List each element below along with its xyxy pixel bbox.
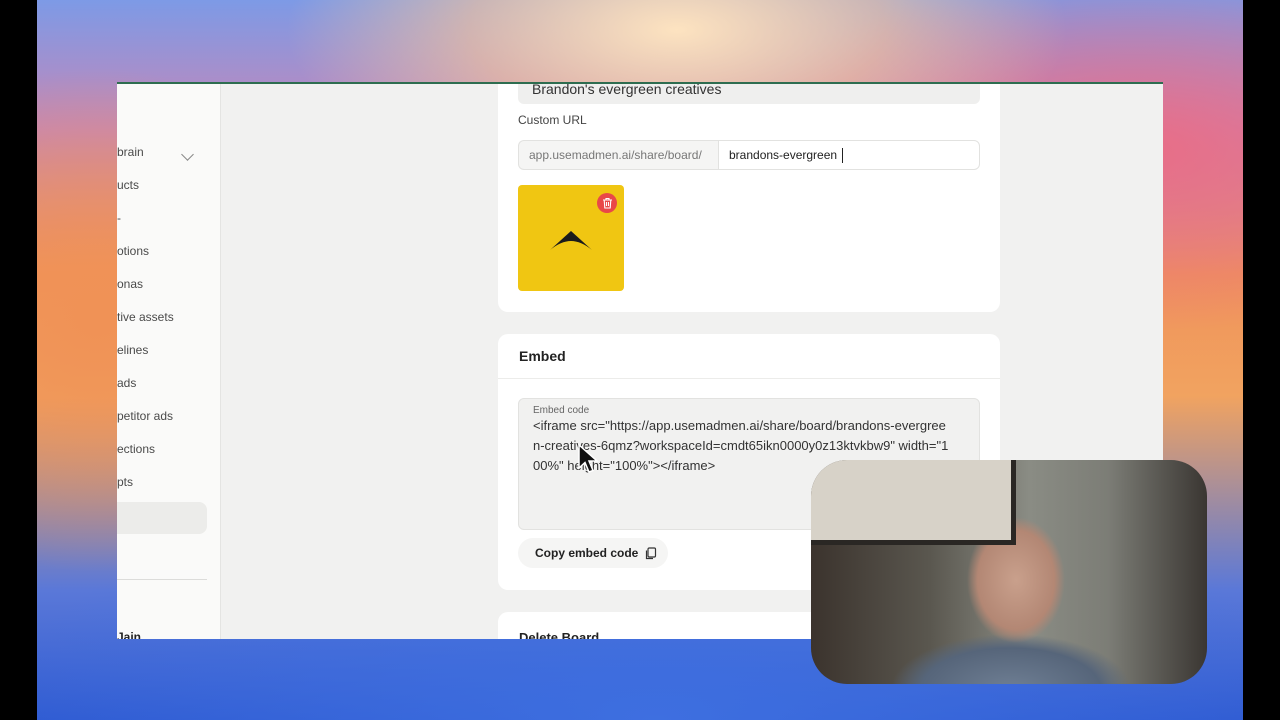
- user-name[interactable]: Jain: [117, 630, 141, 639]
- sidebar: brain ucts - otions onas tive assets eli…: [117, 84, 221, 639]
- sidebar-item-active[interactable]: [117, 502, 207, 534]
- sidebar-item-collections[interactable]: ections: [117, 442, 155, 456]
- embed-code-label: Embed code: [533, 405, 590, 416]
- delete-board-title: Delete Board: [519, 630, 600, 639]
- sidebar-item-prompts[interactable]: pts: [117, 475, 133, 489]
- wall-painting: [811, 460, 1016, 545]
- sidebar-item-ads[interactable]: ads: [117, 376, 136, 390]
- copy-embed-code-button[interactable]: Copy embed code: [518, 538, 668, 568]
- sidebar-item-2[interactable]: -: [117, 211, 121, 225]
- embed-title: Embed: [519, 348, 566, 364]
- sidebar-item-guidelines[interactable]: elines: [117, 343, 148, 357]
- sidebar-item-creative-assets[interactable]: tive assets: [117, 310, 174, 324]
- trash-icon: [602, 197, 612, 209]
- board-logo[interactable]: [518, 185, 624, 291]
- board-settings-card: Brandon's evergreen creatives Custom URL…: [498, 84, 1000, 312]
- embed-card-header: Embed: [498, 334, 1000, 379]
- webcam-overlay: [811, 460, 1207, 684]
- sidebar-item-products[interactable]: ucts: [117, 178, 139, 192]
- custom-url-label: Custom URL: [518, 113, 587, 127]
- sidebar-divider: [117, 579, 207, 580]
- sidebar-item-personas[interactable]: onas: [117, 277, 143, 291]
- custom-url-input[interactable]: [718, 140, 980, 170]
- delete-logo-button[interactable]: [597, 193, 617, 213]
- copy-icon: [646, 546, 657, 559]
- text-caret: [842, 148, 843, 163]
- mouse-cursor-icon: [578, 444, 599, 473]
- url-prefix: app.usemadmen.ai/share/board/: [518, 140, 718, 170]
- chevron-down-icon[interactable]: [181, 148, 194, 161]
- sidebar-item-brain[interactable]: brain: [117, 145, 144, 159]
- copy-embed-code-label: Copy embed code: [535, 546, 639, 560]
- sidebar-item-competitor-ads[interactable]: petitor ads: [117, 409, 173, 423]
- board-name-field[interactable]: Brandon's evergreen creatives: [518, 84, 980, 104]
- sidebar-item-promotions[interactable]: otions: [117, 244, 149, 258]
